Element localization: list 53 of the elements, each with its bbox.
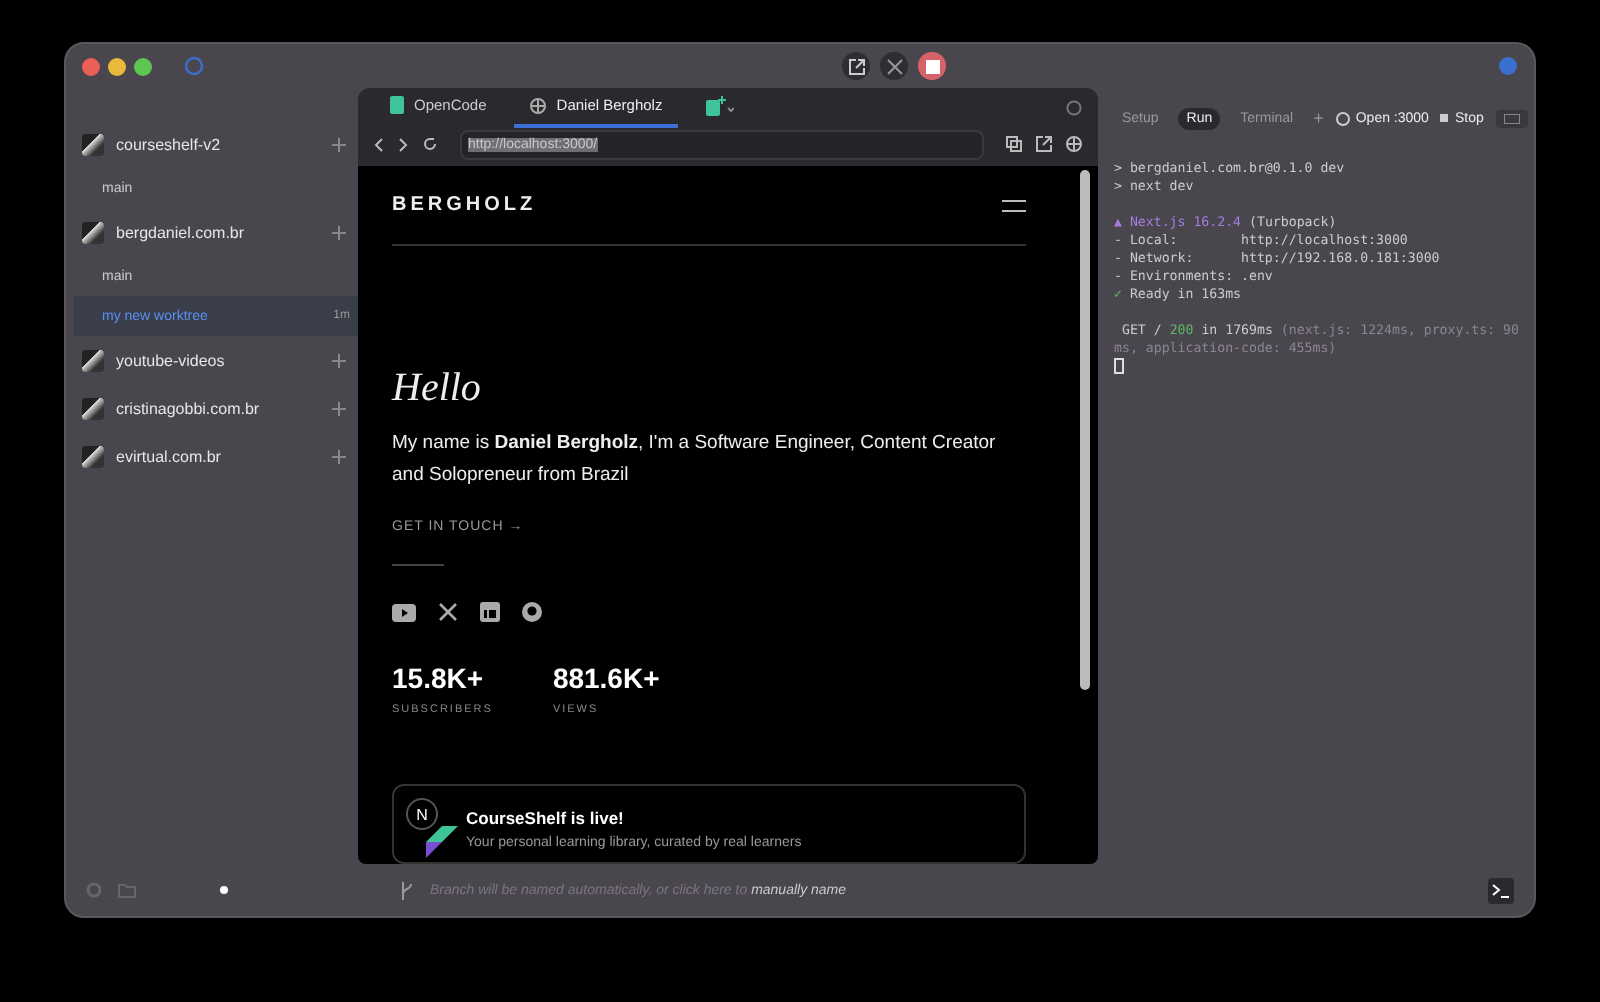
- forward-icon[interactable]: [398, 137, 408, 152]
- stop-button[interactable]: [918, 52, 946, 80]
- minimize-button[interactable]: [108, 57, 126, 75]
- close-button[interactable]: [82, 57, 100, 75]
- branch-icon: [400, 881, 414, 899]
- n-badge: N: [406, 798, 438, 830]
- greeting: Hello: [392, 366, 483, 412]
- external-link-icon: [847, 57, 865, 75]
- project-name[interactable]: youtube-videos: [116, 351, 320, 369]
- circle-icon: [1335, 111, 1350, 125]
- site-logo[interactable]: BERGHOLZ: [392, 194, 537, 216]
- card-title: CourseShelf is live!: [466, 808, 626, 828]
- avatar: [82, 221, 104, 243]
- project-name[interactable]: courseshelf-v2: [116, 135, 320, 153]
- document-icon: [390, 96, 404, 115]
- back-icon[interactable]: [374, 137, 384, 152]
- linkedin-icon[interactable]: [480, 602, 500, 622]
- scrollbar[interactable]: [1080, 170, 1090, 690]
- stop-icon: [1440, 114, 1449, 122]
- new-tab-icon[interactable]: [706, 95, 735, 116]
- add-button[interactable]: [332, 401, 346, 415]
- stop-icon: [925, 59, 939, 73]
- reload-icon[interactable]: [422, 136, 438, 153]
- terminal-button[interactable]: [1488, 877, 1514, 903]
- project-name[interactable]: evirtual.com.br: [116, 447, 320, 465]
- panel-toggle-button[interactable]: [1495, 109, 1528, 127]
- video-icon[interactable]: [392, 603, 416, 621]
- project-name[interactable]: bergdaniel.com.br: [116, 223, 320, 241]
- avatar: [82, 445, 104, 467]
- project-name[interactable]: cristinagobbi.com.br: [116, 399, 320, 417]
- add-button[interactable]: [332, 137, 346, 151]
- menu-icon[interactable]: [1002, 199, 1026, 211]
- copy-icon[interactable]: [1006, 136, 1022, 153]
- add-button[interactable]: [332, 225, 346, 239]
- intro-text: My name is Daniel Bergholz, I'm a Software Engineer, Content Creator and Solopreneur from Brazil: [392, 430, 998, 490]
- stat-value: 881.6K+: [552, 662, 660, 694]
- avatar: [82, 397, 104, 419]
- add-button[interactable]: [332, 353, 346, 367]
- terminal-icon: [1492, 883, 1510, 897]
- external-link-button[interactable]: [842, 52, 870, 80]
- avatar: [82, 133, 104, 155]
- x-icon[interactable]: [438, 602, 458, 622]
- github-icon[interactable]: [522, 602, 542, 622]
- stat-value: 15.8K+: [392, 662, 486, 694]
- maximize-button[interactable]: [134, 57, 152, 75]
- panel-icon: [1503, 113, 1520, 123]
- external-link-icon[interactable]: [1036, 136, 1052, 153]
- add-button[interactable]: [332, 449, 346, 463]
- cross-icon: [885, 57, 903, 75]
- status-dot: [220, 886, 228, 894]
- cross-arrows-button[interactable]: [880, 52, 908, 80]
- avatar: [82, 349, 104, 371]
- terminal-cursor: [1114, 358, 1124, 374]
